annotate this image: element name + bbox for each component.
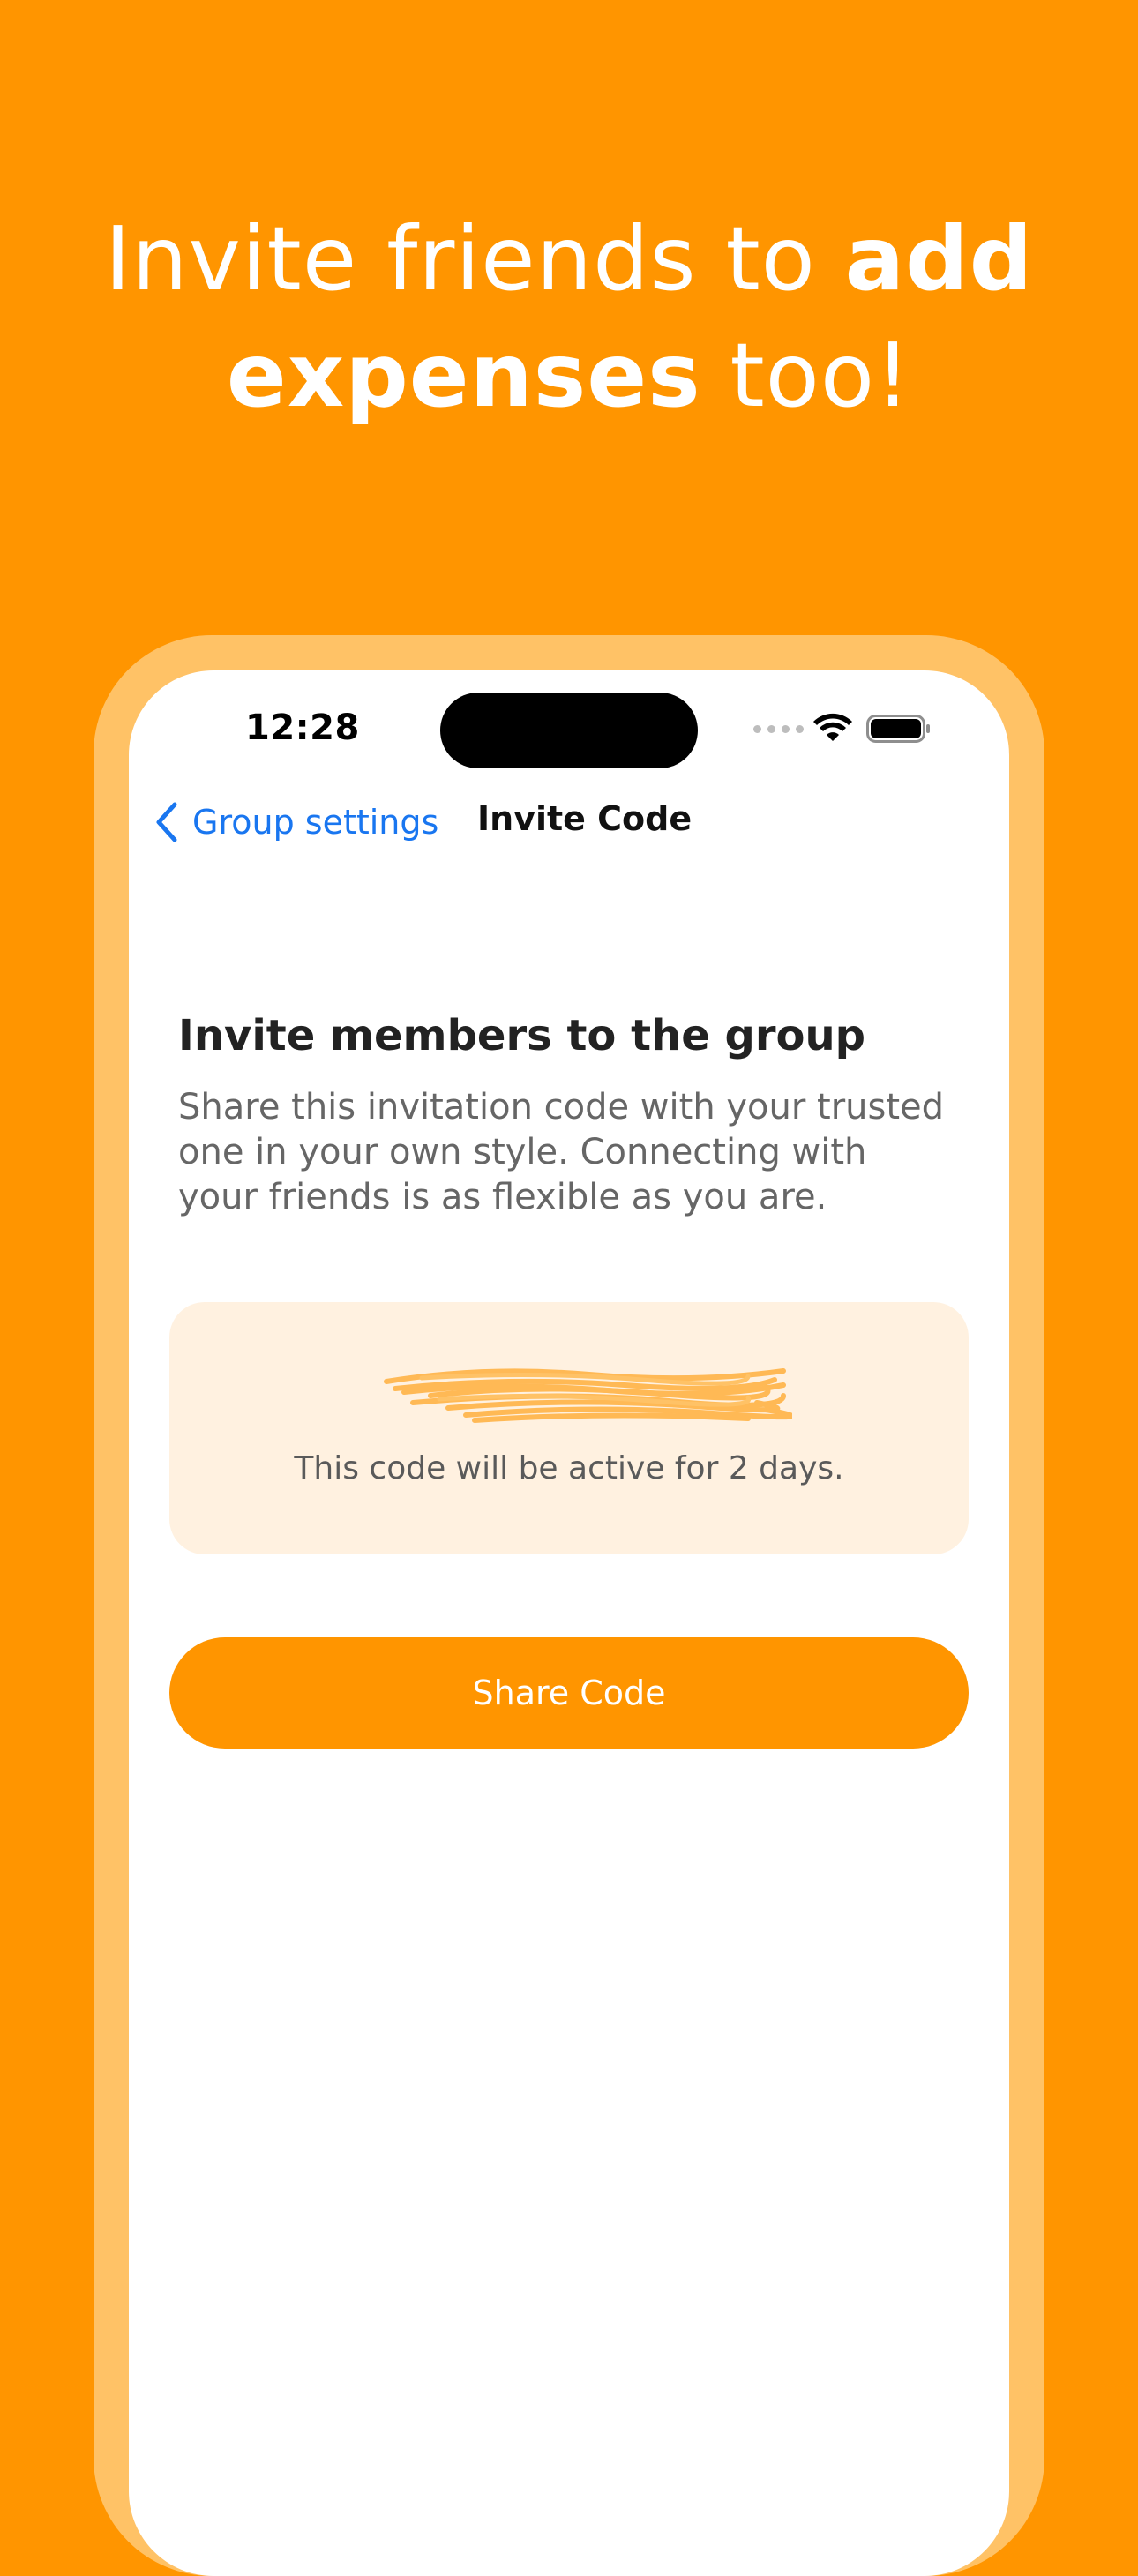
battery-icon (866, 715, 930, 743)
headline-text-1: Invite friends to (104, 207, 845, 311)
status-time: 12:28 (245, 708, 360, 748)
chevron-left-icon (156, 802, 177, 842)
wifi-icon (813, 713, 852, 741)
nav-title: Invite Code (477, 799, 693, 838)
dynamic-island (440, 693, 698, 768)
invite-code-card: This code will be active for 2 days. (169, 1302, 969, 1554)
redacted-code (384, 1368, 792, 1423)
back-button[interactable]: Group settings (153, 796, 438, 849)
phone-screen: 12:28 Group settings Invite Code Invite … (129, 670, 1009, 2576)
back-button-label: Group settings (192, 803, 439, 842)
marketing-headline: Invite friends to add expenses too! (0, 201, 1138, 434)
code-active-note: This code will be active for 2 days. (294, 1450, 844, 1486)
headline-bold-2: expenses (226, 324, 701, 427)
invite-title: Invite members to the group (178, 1011, 865, 1060)
signal-dots-icon (753, 725, 804, 733)
headline-bold-1: add (844, 207, 1034, 311)
headline-text-2: too! (700, 324, 912, 427)
share-code-button[interactable]: Share Code (169, 1637, 969, 1749)
invite-description: Share this invitation code with your tru… (178, 1087, 945, 1217)
